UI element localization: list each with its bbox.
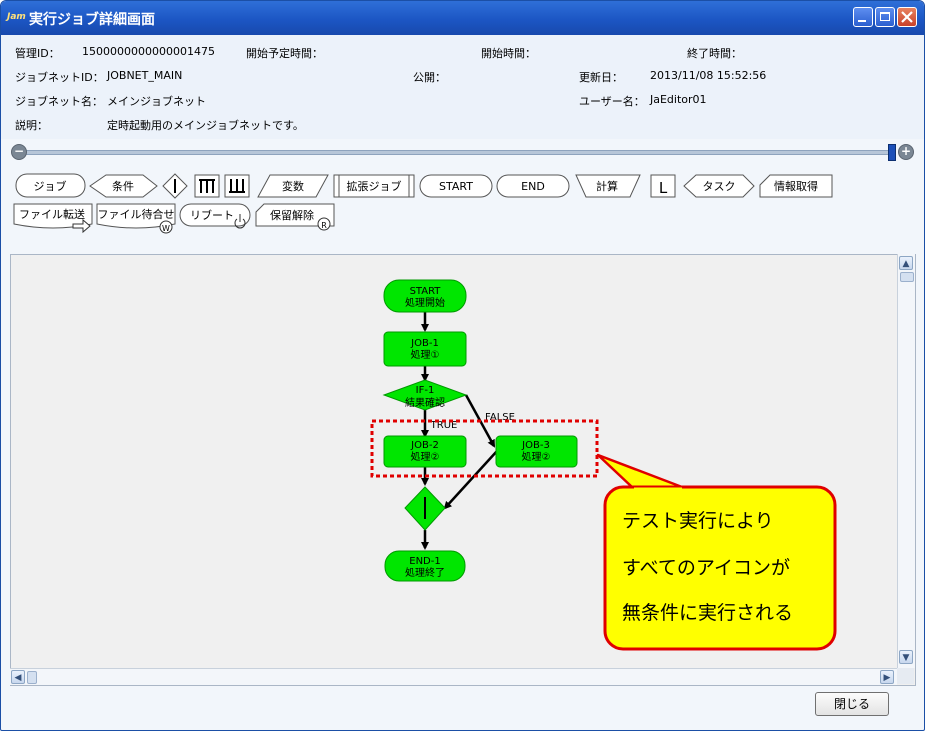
node-if1[interactable]: IF-1 結果確認 — [382, 379, 468, 411]
node-job2[interactable]: JOB-2 処理② — [383, 435, 467, 468]
scroll-up-icon[interactable]: ▲ — [899, 256, 913, 270]
vertical-scrollbar[interactable]: ▲ ▼ — [897, 254, 915, 668]
scroll-left-icon[interactable]: ◀ — [11, 670, 25, 684]
callout-line-2: すべてのアイコンが — [622, 557, 790, 579]
scroll-down-icon[interactable]: ▼ — [899, 650, 913, 664]
scroll-corner — [897, 668, 914, 684]
node-merge[interactable] — [404, 486, 446, 531]
scroll-right-icon[interactable]: ▶ — [880, 670, 894, 684]
flow-diagram: START 処理開始 JOB-1 処理① IF-1 結果確認 TRUE FALS… — [370, 279, 837, 651]
close-button[interactable]: 閉じる — [815, 692, 889, 716]
horizontal-scrollbar[interactable]: ◀ ▶ — [10, 668, 897, 685]
callout-line-3: 無条件に実行される — [622, 602, 793, 624]
callout: テスト実行により すべてのアイコンが 無条件に実行される — [596, 453, 837, 651]
svg-text:END-1: END-1 — [409, 556, 440, 567]
svg-text:JOB-2: JOB-2 — [410, 440, 439, 451]
svg-text:処理②: 処理② — [522, 450, 551, 463]
svg-text:処理②: 処理② — [411, 450, 440, 463]
horizontal-scroll-thumb[interactable] — [27, 671, 37, 684]
node-job1[interactable]: JOB-1 処理① — [383, 331, 467, 367]
svg-text:JOB-3: JOB-3 — [521, 440, 550, 451]
svg-text:IF-1: IF-1 — [416, 385, 435, 396]
node-job3[interactable]: JOB-3 処理② — [495, 435, 578, 468]
node-end1[interactable]: END-1 処理終了 — [384, 550, 466, 582]
svg-text:結果確認: 結果確認 — [405, 396, 445, 409]
node-start[interactable]: START 処理開始 — [383, 279, 467, 313]
svg-text:処理終了: 処理終了 — [405, 566, 445, 579]
svg-text:JOB-1: JOB-1 — [410, 338, 439, 349]
vertical-scroll-thumb[interactable] — [900, 272, 914, 282]
callout-line-1: テスト実行により — [622, 510, 774, 532]
svg-text:処理開始: 処理開始 — [405, 296, 445, 309]
svg-text:START: START — [410, 286, 442, 297]
svg-text:処理①: 処理① — [411, 348, 440, 361]
